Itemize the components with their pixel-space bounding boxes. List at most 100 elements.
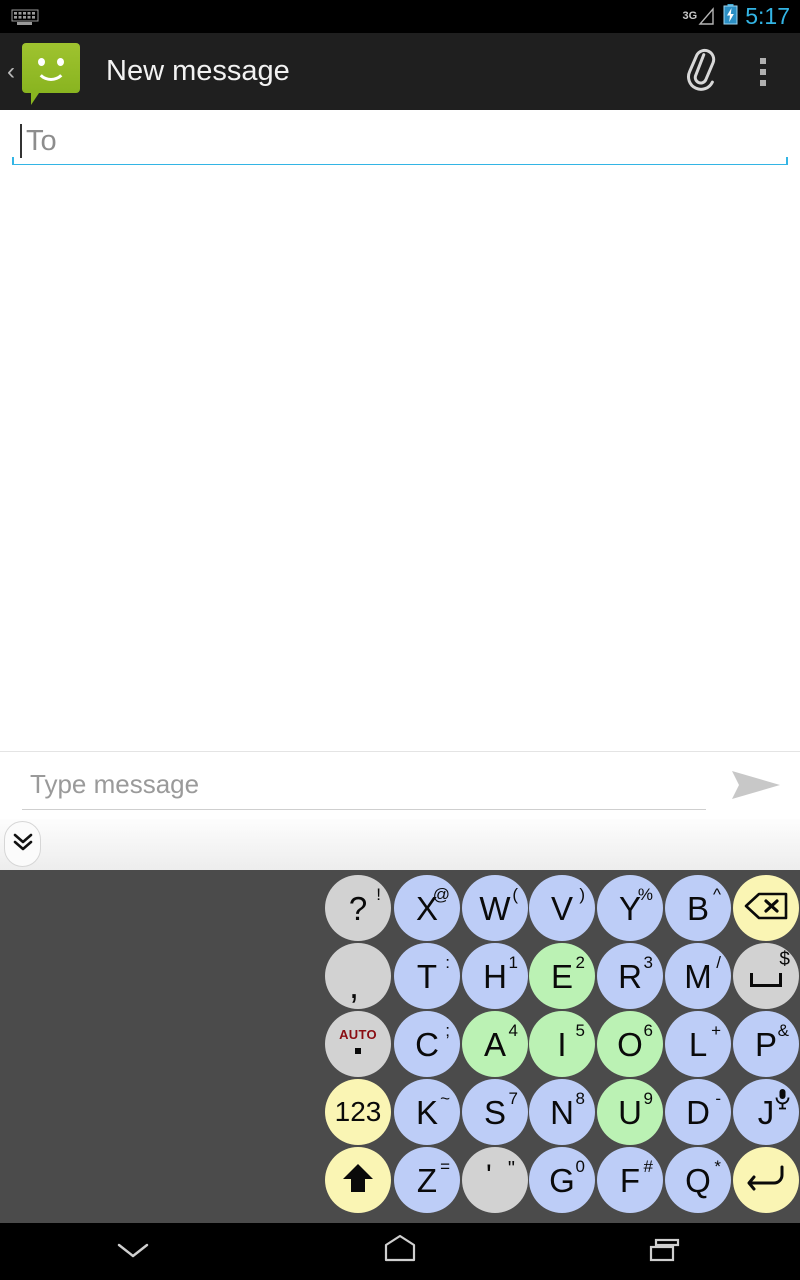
key-label: O [617, 1025, 643, 1063]
overflow-dot [760, 57, 766, 64]
key-label: K [415, 1093, 438, 1131]
send-button[interactable] [726, 766, 786, 808]
apostrophe-glyph: ' [486, 1159, 492, 1192]
key-alt-label: & [777, 1021, 789, 1040]
dollar-alt-label: $ [779, 949, 790, 970]
key-alt-label: ! [376, 885, 381, 904]
key-numbers[interactable]: 123 [325, 1079, 391, 1145]
key-label: J [757, 1093, 775, 1131]
system-navigation-bar [0, 1223, 800, 1280]
action-bar: ‹ New message [0, 33, 800, 110]
key-o[interactable]: O6 [597, 1011, 663, 1077]
status-bar-left [10, 7, 683, 27]
key-auto-period[interactable]: AUTO [325, 1011, 391, 1077]
keyboard-row: , T: H 1 E 2 R 3 M / $ [0, 943, 800, 1011]
key-e[interactable]: E2 [529, 943, 595, 1009]
key-alt-label: ) [579, 885, 585, 904]
key-u[interactable]: U9 [597, 1079, 663, 1145]
key-label: Z [416, 1161, 438, 1199]
key-alt-label: @ [432, 885, 450, 904]
key-g[interactable]: G0 [529, 1147, 595, 1213]
key-s[interactable]: S7 [462, 1079, 528, 1145]
key-h[interactable]: H1 [462, 943, 528, 1009]
space-icon [750, 973, 782, 987]
quote-glyph: " [507, 1158, 515, 1180]
keyboard-row: Z = ' " G 0 F # Q * [0, 1147, 800, 1215]
recents-icon [642, 1232, 692, 1271]
key-label: A [483, 1025, 506, 1063]
key-label: D [686, 1093, 710, 1131]
page-title: New message [106, 55, 290, 87]
key-label: P [754, 1025, 777, 1063]
attach-button[interactable] [670, 33, 732, 110]
back-button[interactable]: ‹ [0, 33, 22, 110]
key-label: T [416, 957, 438, 995]
key-label: M [684, 957, 712, 995]
key-shift[interactable] [325, 1147, 391, 1213]
recipient-field[interactable]: To [12, 118, 788, 166]
key-label: C [415, 1025, 439, 1063]
key-alt-label: 7 [508, 1089, 518, 1108]
nav-recents-button[interactable] [533, 1232, 800, 1271]
key-j[interactable]: J [733, 1079, 799, 1145]
key-label: ? [348, 889, 368, 927]
key-k[interactable]: K ~ [394, 1079, 460, 1145]
key-backspace[interactable] [733, 875, 799, 941]
period-glyph [355, 1048, 361, 1054]
key-label: E [550, 957, 573, 995]
key-b[interactable]: B ^ [665, 875, 731, 941]
overflow-menu-button[interactable] [732, 33, 794, 110]
hide-keyboard-button[interactable] [4, 821, 41, 867]
key-t[interactable]: T: [394, 943, 460, 1009]
key-space[interactable]: $ [733, 943, 799, 1009]
key-n[interactable]: N8 [529, 1079, 595, 1145]
recipient-placeholder: To [26, 125, 57, 157]
status-bar: 3G 5:17 [0, 0, 800, 33]
key-comma[interactable]: , [325, 943, 391, 1009]
key-d[interactable]: D- [665, 1079, 731, 1145]
key-alt-label: # [643, 1157, 653, 1176]
key-q[interactable]: Q * [665, 1147, 731, 1213]
key-label: S [483, 1093, 506, 1131]
keyboard-strip [0, 819, 800, 870]
key-p[interactable]: P & [733, 1011, 799, 1077]
compose-bar: Type message [0, 751, 800, 819]
key-l[interactable]: L + [665, 1011, 731, 1077]
phone-screen: 3G 5:17 ‹ New message To Type message ? … [0, 0, 800, 1280]
overflow-dot [760, 68, 766, 75]
key-question[interactable]: ?! [325, 875, 391, 941]
key-alt-label: % [637, 885, 653, 904]
key-alt-label: 2 [575, 953, 585, 972]
key-alt-label: 9 [643, 1089, 653, 1108]
key-label: B [686, 889, 709, 927]
key-r[interactable]: R3 [597, 943, 663, 1009]
key-label: N [550, 1093, 574, 1131]
overflow-dot [760, 79, 766, 86]
key-apostrophe[interactable]: ' " [462, 1147, 528, 1213]
key-a[interactable]: A4 [462, 1011, 528, 1077]
key-c[interactable]: C; [394, 1011, 460, 1077]
key-i[interactable]: I5 [529, 1011, 595, 1077]
key-alt-label: 1 [508, 953, 518, 972]
message-input[interactable]: Type message [22, 764, 706, 810]
back-chevron-down-icon [110, 1234, 156, 1269]
key-w[interactable]: W( [462, 875, 528, 941]
key-enter[interactable] [733, 1147, 799, 1213]
keyboard-row: 123 K ~ S 7 N 8 U 9 D - J [0, 1079, 800, 1147]
key-x[interactable]: X @ [394, 875, 460, 941]
battery-charging-icon [723, 3, 738, 30]
messaging-app-icon[interactable] [22, 42, 80, 105]
numbers-label: 123 [334, 1096, 382, 1127]
key-alt-label: 4 [508, 1021, 518, 1040]
key-y[interactable]: Y% [597, 875, 663, 941]
paperclip-icon [681, 47, 721, 96]
nav-back-button[interactable] [0, 1234, 267, 1269]
key-v[interactable]: V) [529, 875, 595, 941]
message-thread-area [0, 165, 800, 751]
key-alt-label: = [440, 1157, 450, 1176]
key-m[interactable]: M / [665, 943, 731, 1009]
send-arrow-icon [730, 768, 782, 807]
nav-home-button[interactable] [267, 1232, 534, 1271]
key-f[interactable]: F # [597, 1147, 663, 1213]
key-z[interactable]: Z = [394, 1147, 460, 1213]
